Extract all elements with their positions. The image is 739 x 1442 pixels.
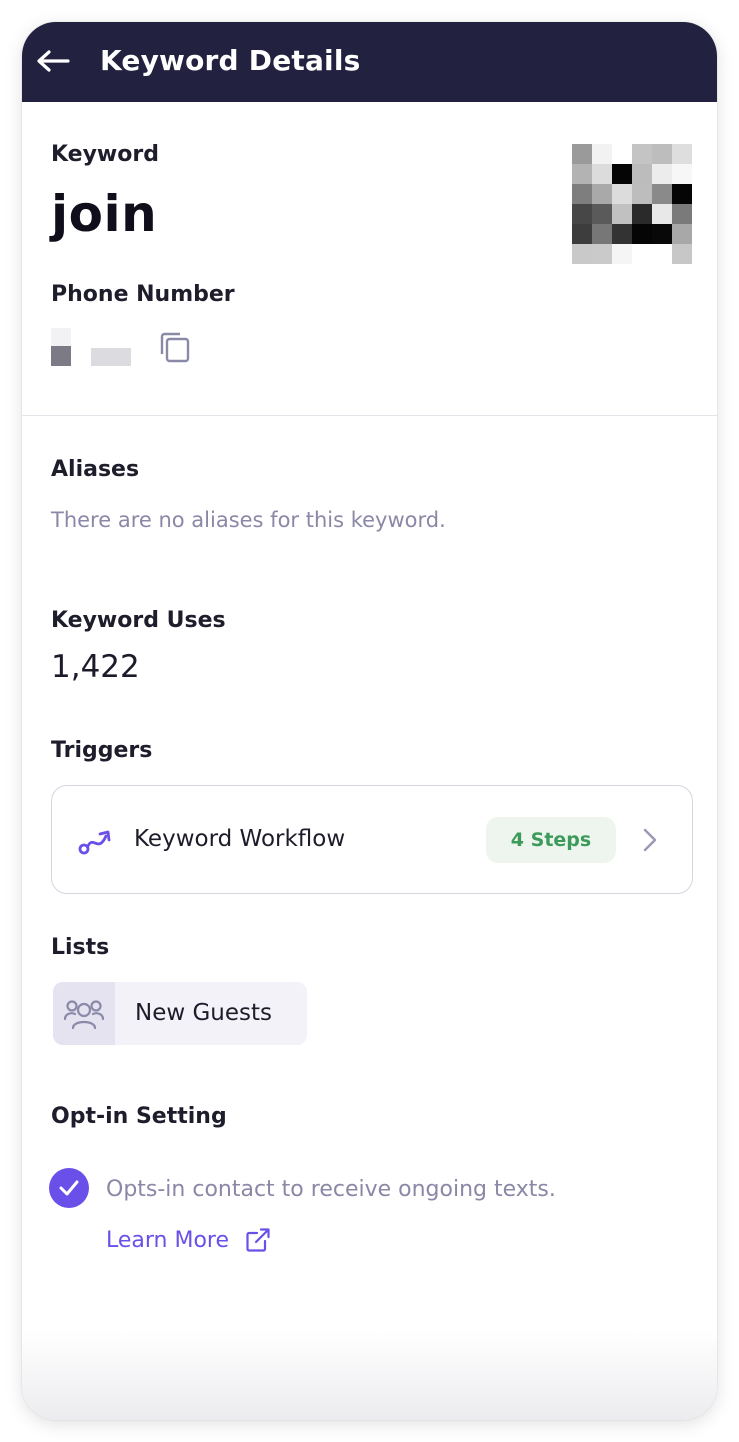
phone-number-value-redacted	[51, 328, 133, 366]
trigger-item[interactable]: Keyword Workflow 4 Steps	[51, 785, 693, 894]
check-icon	[59, 1180, 79, 1196]
page-title: Keyword Details	[100, 44, 361, 77]
keyword-value: join	[51, 185, 158, 243]
section-divider	[22, 415, 717, 416]
list-icon-box	[53, 982, 115, 1045]
arrow-left-icon	[37, 50, 70, 72]
header-bar: Keyword Details	[22, 22, 717, 102]
trigger-title: Keyword Workflow	[134, 826, 346, 852]
list-item-new-guests[interactable]: New Guests	[53, 982, 307, 1045]
list-item-label: New Guests	[135, 1000, 273, 1026]
phone-number-label: Phone Number	[51, 282, 235, 307]
chevron-right-icon	[643, 828, 657, 852]
lists-label: Lists	[51, 935, 110, 960]
workflow-icon	[78, 830, 111, 855]
aliases-label: Aliases	[51, 457, 140, 482]
keyword-uses-value: 1,422	[51, 649, 140, 685]
external-link-icon	[246, 1228, 270, 1252]
copy-icon	[160, 332, 190, 363]
keyword-details-card: Keyword Details Keyword join Phone Numbe…	[22, 22, 717, 1420]
keyword-uses-label: Keyword Uses	[51, 608, 226, 633]
qr-code-image	[572, 144, 692, 264]
learn-more-link[interactable]: Learn More	[106, 1227, 271, 1253]
optin-checkbox[interactable]	[49, 1168, 89, 1208]
learn-more-label: Learn More	[106, 1227, 230, 1253]
optin-description: Opts-in contact to receive ongoing texts…	[106, 1177, 556, 1202]
copy-phone-button[interactable]	[156, 328, 194, 366]
optin-setting-label: Opt-in Setting	[51, 1104, 227, 1129]
steps-badge: 4 Steps	[486, 817, 616, 863]
group-icon	[63, 999, 105, 1029]
triggers-label: Triggers	[51, 738, 153, 763]
aliases-empty-text: There are no aliases for this keyword.	[51, 508, 446, 532]
bottom-fade	[22, 1330, 717, 1420]
back-button[interactable]	[34, 42, 72, 80]
keyword-label: Keyword	[51, 142, 159, 167]
